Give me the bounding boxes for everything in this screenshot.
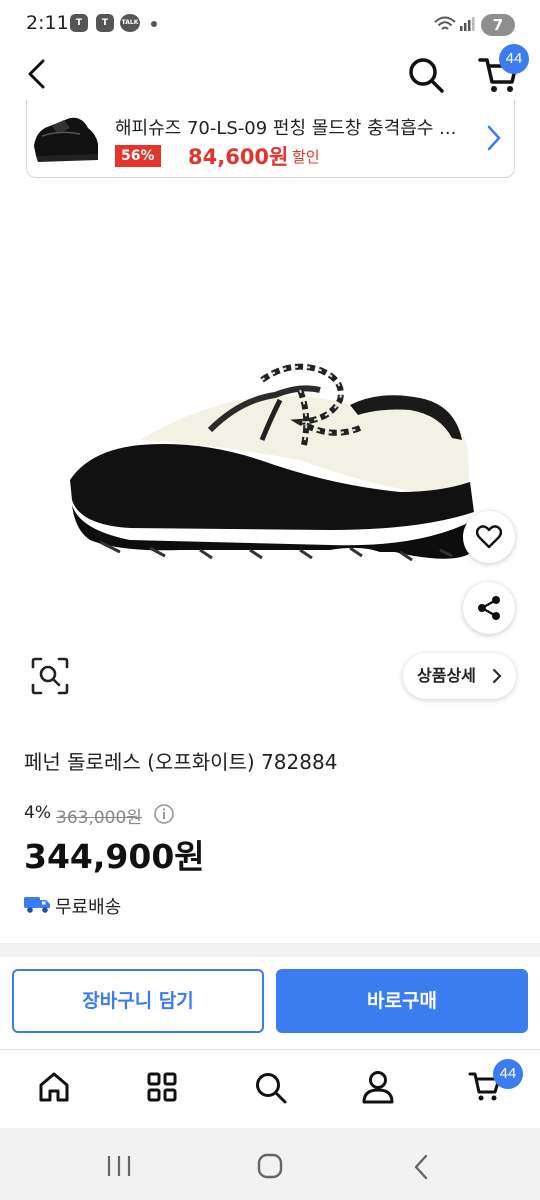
section-divider <box>0 943 540 957</box>
battery-icon: 7 <box>481 14 515 36</box>
product-image[interactable] <box>0 200 540 630</box>
wifi-icon <box>434 16 456 30</box>
original-price: 363,000원 <box>56 808 142 828</box>
home-button-icon[interactable] <box>257 1153 283 1179</box>
banner-price: 84,600원 <box>188 145 289 169</box>
more-notifications-dot <box>151 21 157 27</box>
bottom-cart-count-badge: 44 <box>493 1059 523 1089</box>
profile-icon[interactable] <box>360 1069 396 1105</box>
chevron-right-icon <box>493 669 502 683</box>
cart-count-badge: 44 <box>499 44 529 74</box>
banner-shoe-image <box>34 117 98 162</box>
recent-apps-icon[interactable] <box>106 1154 132 1178</box>
sale-price: 344,900원 <box>24 837 205 876</box>
bottom-navigation: 44 <box>0 1049 540 1127</box>
banner-product-name: 해피슈즈 70-LS-09 펀칭 몰드창 충격흡수 ... <box>115 118 457 139</box>
status-bar: 2:11 T T TALK 7 <box>0 0 540 50</box>
delivery-truck-icon <box>24 897 50 913</box>
search-icon[interactable] <box>406 55 446 95</box>
signal-icon <box>460 17 475 31</box>
status-time: 2:11 <box>26 12 69 34</box>
info-icon[interactable] <box>153 803 175 825</box>
chevron-right-icon <box>487 125 501 151</box>
related-product-banner[interactable]: 해피슈즈 70-LS-09 펀칭 몰드창 충격흡수 ... 56% 84,600… <box>26 100 515 178</box>
teams-icon-2: T <box>96 14 114 32</box>
buy-now-button[interactable]: 바로구매 <box>276 969 528 1033</box>
image-search-icon[interactable] <box>30 656 70 696</box>
product-title: 페넌 돌로레스 (오프화이트) 782884 <box>24 750 338 774</box>
banner-discount-badge: 56% <box>115 145 161 167</box>
teams-icon: T <box>70 14 88 32</box>
heart-icon <box>476 525 502 549</box>
kakaotalk-icon: TALK <box>120 14 140 32</box>
product-detail-button[interactable]: 상품상세 <box>403 653 516 699</box>
back-button-icon[interactable] <box>410 1153 432 1181</box>
wishlist-button[interactable] <box>463 511 515 563</box>
search-icon[interactable] <box>253 1070 289 1106</box>
share-icon <box>478 596 500 620</box>
product-detail-label: 상품상세 <box>417 666 476 685</box>
share-button[interactable] <box>463 582 515 634</box>
discount-rate: 4% <box>24 803 51 823</box>
back-icon[interactable] <box>24 58 50 90</box>
category-grid-icon[interactable] <box>145 1070 179 1104</box>
free-shipping-label: 무료배송 <box>55 897 122 918</box>
banner-sale-label: 할인 <box>292 148 320 166</box>
system-navigation-bar <box>0 1128 540 1200</box>
home-icon[interactable] <box>37 1070 71 1104</box>
add-to-cart-button[interactable]: 장바구니 담기 <box>12 969 264 1033</box>
